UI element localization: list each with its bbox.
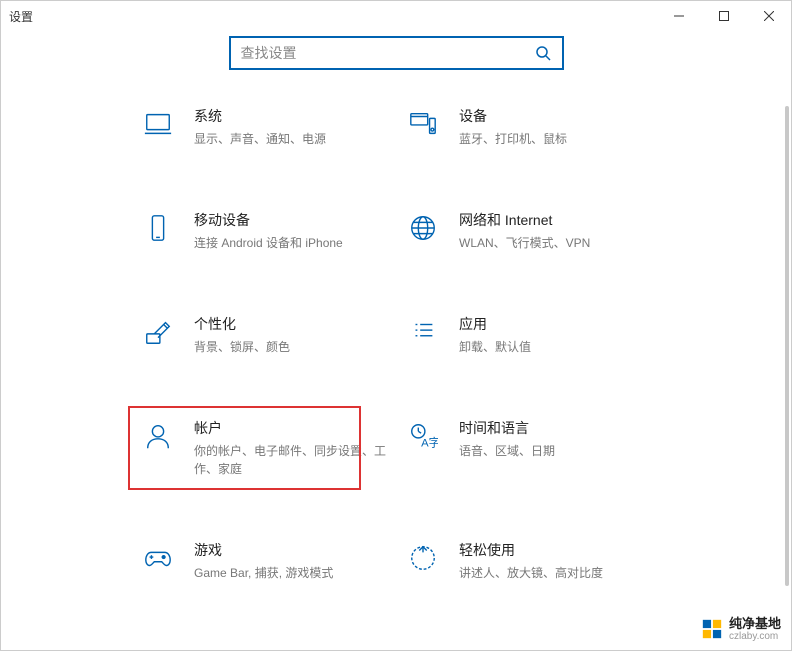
search-icon bbox=[534, 44, 552, 62]
tile-time[interactable]: A字 时间和语言 语音、区域、日期 bbox=[401, 412, 656, 484]
gaming-icon bbox=[140, 540, 176, 576]
tile-desc: Game Bar, 捕获, 游戏模式 bbox=[194, 564, 387, 582]
search-box[interactable] bbox=[229, 36, 564, 70]
watermark-logo bbox=[701, 618, 723, 640]
tile-network[interactable]: 网络和 Internet WLAN、飞行模式、VPN bbox=[401, 204, 656, 258]
tile-desc: 背景、锁屏、颜色 bbox=[194, 338, 387, 356]
tile-personalize[interactable]: 个性化 背景、锁屏、颜色 bbox=[136, 308, 391, 362]
tile-desc: 连接 Android 设备和 iPhone bbox=[194, 234, 387, 252]
watermark-url: czlaby.com bbox=[729, 631, 781, 642]
tile-desc: 蓝牙、打印机、鼠标 bbox=[459, 130, 652, 148]
tile-devices[interactable]: 设备 蓝牙、打印机、鼠标 bbox=[401, 100, 656, 154]
tile-desc: 语音、区域、日期 bbox=[459, 442, 652, 460]
settings-grid: 系统 显示、声音、通知、电源 设备 蓝牙、打印机、鼠标 移动设备 连接 Andr… bbox=[1, 100, 791, 588]
watermark-name: 纯净基地 bbox=[729, 617, 781, 631]
tile-apps[interactable]: 应用 卸载、默认值 bbox=[401, 308, 656, 362]
time-icon: A字 bbox=[405, 418, 441, 454]
search-wrap bbox=[1, 36, 791, 70]
tile-title: 系统 bbox=[194, 106, 387, 126]
window-controls bbox=[656, 1, 791, 31]
svg-text:A字: A字 bbox=[421, 435, 438, 449]
system-icon bbox=[140, 106, 176, 142]
search-input[interactable] bbox=[241, 45, 534, 61]
watermark: 纯净基地 czlaby.com bbox=[701, 617, 781, 642]
tile-title: 移动设备 bbox=[194, 210, 387, 230]
tile-desc: 你的帐户、电子邮件、同步设置、工作、家庭 bbox=[194, 442, 387, 478]
tile-desc: 显示、声音、通知、电源 bbox=[194, 130, 387, 148]
accounts-icon bbox=[140, 418, 176, 454]
personalize-icon bbox=[140, 314, 176, 350]
tile-title: 时间和语言 bbox=[459, 418, 652, 438]
tile-gaming[interactable]: 游戏 Game Bar, 捕获, 游戏模式 bbox=[136, 534, 391, 588]
settings-window: 设置 系统 显示、声音、通知、电源 bbox=[0, 0, 792, 651]
tile-desc: WLAN、飞行模式、VPN bbox=[459, 234, 652, 252]
minimize-button[interactable] bbox=[656, 1, 701, 31]
phone-icon bbox=[140, 210, 176, 246]
tile-desc: 讲述人、放大镜、高对比度 bbox=[459, 564, 652, 582]
tile-title: 轻松使用 bbox=[459, 540, 652, 560]
tile-title: 网络和 Internet bbox=[459, 210, 652, 230]
tile-system[interactable]: 系统 显示、声音、通知、电源 bbox=[136, 100, 391, 154]
tile-title: 应用 bbox=[459, 314, 652, 334]
apps-icon bbox=[405, 314, 441, 350]
tile-desc: 卸载、默认值 bbox=[459, 338, 652, 356]
devices-icon bbox=[405, 106, 441, 142]
tile-title: 帐户 bbox=[194, 418, 387, 438]
tile-title: 个性化 bbox=[194, 314, 387, 334]
tile-title: 游戏 bbox=[194, 540, 387, 560]
tile-ease[interactable]: 轻松使用 讲述人、放大镜、高对比度 bbox=[401, 534, 656, 588]
scrollbar[interactable] bbox=[785, 106, 789, 586]
window-title: 设置 bbox=[9, 8, 33, 25]
tile-phone[interactable]: 移动设备 连接 Android 设备和 iPhone bbox=[136, 204, 391, 258]
tile-accounts[interactable]: 帐户 你的帐户、电子邮件、同步设置、工作、家庭 bbox=[136, 412, 391, 484]
network-icon bbox=[405, 210, 441, 246]
close-button[interactable] bbox=[746, 1, 791, 31]
tile-title: 设备 bbox=[459, 106, 652, 126]
maximize-button[interactable] bbox=[701, 1, 746, 31]
ease-icon bbox=[405, 540, 441, 576]
